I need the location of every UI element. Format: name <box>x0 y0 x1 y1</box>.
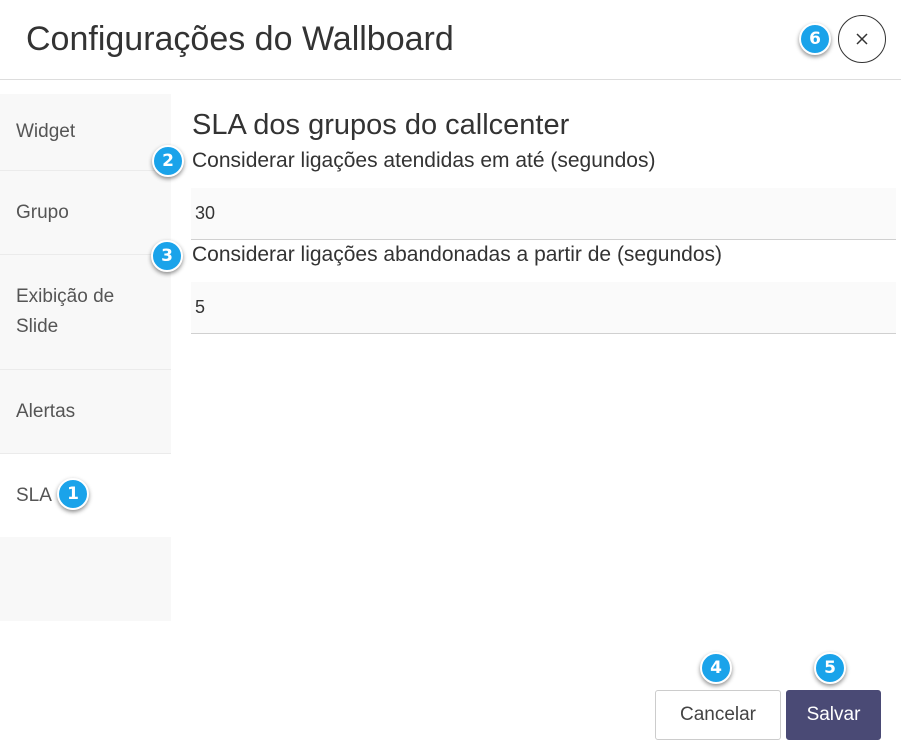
cancel-button[interactable]: Cancelar <box>655 690 781 740</box>
section-title: SLA dos grupos do callcenter <box>192 109 570 141</box>
sidebar-item-alertas[interactable]: Alertas <box>0 370 171 454</box>
sidebar-item-label: Alertas <box>16 400 76 422</box>
annotation-badge-6: 6 <box>799 23 831 55</box>
save-button[interactable]: Salvar <box>786 690 881 740</box>
annotation-badge-2: 2 <box>152 145 184 177</box>
sidebar-item-label: Exibição de Slide <box>16 286 115 337</box>
sidebar-item-label: Grupo <box>16 201 69 223</box>
abandoned-calls-seconds-input[interactable] <box>191 282 896 334</box>
sidebar-item-label: Widget <box>16 121 76 142</box>
dialog-header: Configurações do Wallboard 6 <box>0 0 901 80</box>
dialog-title: Configurações do Wallboard <box>26 20 454 58</box>
settings-sidebar: Widget Grupo Exibição de Slide Alertas S… <box>0 94 171 621</box>
close-button[interactable] <box>838 15 886 63</box>
sidebar-item-label: SLA <box>16 484 52 506</box>
abandoned-calls-label: Considerar ligações abandonadas a partir… <box>192 243 723 266</box>
sidebar-item-grupo[interactable]: Grupo <box>0 171 171 255</box>
answered-calls-label: Considerar ligações atendidas em até (se… <box>192 149 656 172</box>
sidebar-item-exibicao-de-slide[interactable]: Exibição de Slide <box>0 255 171 370</box>
annotation-badge-3: 3 <box>151 240 183 272</box>
annotation-badge-1: 1 <box>57 478 89 510</box>
close-icon <box>856 33 868 45</box>
annotation-badge-5: 5 <box>814 652 846 684</box>
annotation-badge-4: 4 <box>700 652 732 684</box>
sidebar-item-widget[interactable]: Widget <box>0 94 171 171</box>
answered-calls-seconds-input[interactable] <box>191 188 896 240</box>
